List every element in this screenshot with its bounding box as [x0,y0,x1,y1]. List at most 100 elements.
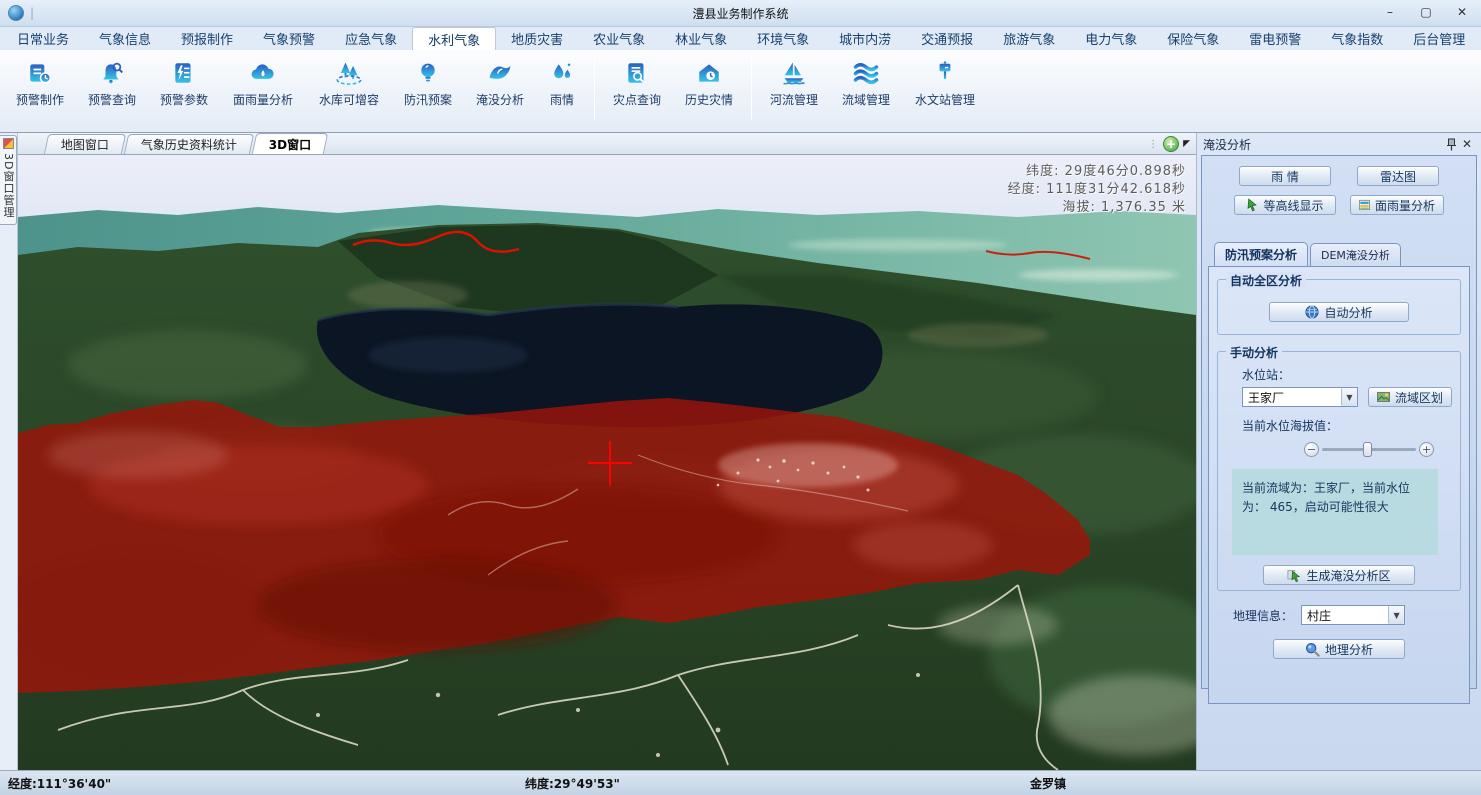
document-edit-icon [25,58,55,88]
tool-warning-create[interactable]: 预警制作 [4,56,76,108]
tool-rain-condition[interactable]: 雨情 [536,56,588,108]
green-cursor-icon [1246,198,1258,212]
basin-map-icon [1377,392,1390,402]
tool-disaster-point-query[interactable]: 灾点查询 [601,56,673,108]
manual-analysis-group: 手动分析 水位站： 王家厂 ▼ 流域区划 当 [1217,351,1461,591]
3d-map-view[interactable]: 纬度: 29度46分0.898秒 经度: 111度31分42.618秒 海拔: … [18,155,1196,770]
panel-title: 淹没分析 [1203,136,1443,153]
status-town: 金罗镇 [1030,775,1066,792]
status-latitude: 纬度:29°49'53" [525,775,620,792]
waves-icon [851,58,881,88]
house-history-icon [694,58,724,88]
menu-item-tourism[interactable]: 旅游气象 [988,27,1070,50]
auto-analysis-button[interactable]: 自动分析 [1269,302,1409,322]
map-crosshair-marker [588,441,632,485]
toolbar-separator [751,58,752,120]
panel-content-box: 雨 情 雷达图 等高线显示 面雨量分析 防汛预案分析 DEM淹没分析 [1201,155,1477,689]
add-tab-button[interactable]: + [1163,136,1179,152]
tool-warning-params[interactable]: 预警参数 [148,56,220,108]
tool-hydro-station-management[interactable]: 水文站管理 [902,56,988,108]
slider-minus-button[interactable]: − [1304,442,1319,457]
menu-bar: 日常业务 气象信息 预报制作 气象预警 应急气象 水利气象 地质灾害 农业气象 … [0,27,1481,50]
longitude-readout: 经度: 111度31分42.618秒 [1008,181,1186,199]
water-level-slider[interactable]: − + [1304,442,1434,457]
slider-thumb[interactable] [1363,442,1372,457]
menu-item-lightning[interactable]: 雷电预警 [1234,27,1316,50]
close-button[interactable]: ✕ [1451,5,1473,21]
cloud-rain-icon [248,58,278,88]
tool-area-rain-analysis[interactable]: 面雨量分析 [220,56,306,108]
window-manager-icon [3,138,14,149]
tool-basin-management[interactable]: 流域管理 [830,56,902,108]
toolbar-separator [594,58,595,120]
slider-plus-button[interactable]: + [1419,442,1434,457]
tab-dropdown-arrow-icon[interactable]: ◤ [1183,139,1190,149]
geo-info-combo[interactable]: 村庄 ▼ [1301,605,1405,625]
altitude-readout: 海拔: 1,376.35 米 [1008,199,1186,217]
current-basin-info: 当前流域为：王家厂，当前水位为： 465，启动可能性很大 [1232,469,1438,555]
coordinate-readout: 纬度: 29度46分0.898秒 经度: 111度31分42.618秒 海拔: … [1008,163,1186,217]
slider-track[interactable] [1322,448,1416,451]
contour-display-button[interactable]: 等高线显示 [1234,195,1336,215]
tool-river-management[interactable]: 河流管理 [758,56,830,108]
menu-item-daily[interactable]: 日常业务 [2,27,84,50]
toolbar-group-warning: 预警制作 预警查询 预警参数 面雨量分析 [4,56,588,108]
tab-weather-history-stats[interactable]: 气象历史资料统计 [124,134,254,154]
3d-window-manager-tab[interactable]: 3D窗口管理 [0,135,17,225]
menu-item-power[interactable]: 电力气象 [1070,27,1152,50]
basin-zoning-button[interactable]: 流域区划 [1368,387,1452,407]
tab-3d-window[interactable]: 3D窗口 [252,133,329,154]
station-combo[interactable]: 王家厂 ▼ [1242,387,1358,407]
menu-item-agriculture[interactable]: 农业气象 [578,27,660,50]
menu-item-insurance[interactable]: 保险气象 [1152,27,1234,50]
tab-dem-flood-analysis[interactable]: DEM淹没分析 [1310,243,1401,266]
flood-plan-tab-content: 自动全区分析 自动分析 手动分析 水位站： [1208,266,1470,704]
rain-condition-button[interactable]: 雨 情 [1239,166,1331,186]
globe-icon [1305,305,1319,319]
status-longitude: 经度:111°36'40" [8,775,111,792]
minimize-button[interactable]: – [1379,5,1401,21]
menu-item-emergency[interactable]: 应急气象 [330,27,412,50]
tool-flood-plan[interactable]: 防汛预案 [392,56,464,108]
raindrops-icon [547,58,577,88]
left-dock-strip: 3D窗口管理 [0,133,18,770]
menu-item-warning[interactable]: 气象预警 [248,27,330,50]
generate-flood-zone-button[interactable]: 生成淹没分析区 [1263,565,1415,585]
menu-item-weather-info[interactable]: 气象信息 [84,27,166,50]
maximize-button[interactable]: ▢ [1415,5,1437,21]
menu-item-forecast[interactable]: 预报制作 [166,27,248,50]
menu-item-environment[interactable]: 环境气象 [742,27,824,50]
tab-flood-plan-analysis[interactable]: 防汛预案分析 [1214,242,1308,266]
menu-item-hydrology[interactable]: 水利气象 [412,27,496,50]
geo-combo-value: 村庄 [1302,607,1388,624]
document-search-icon [622,58,652,88]
tab-map-window[interactable]: 地图窗口 [44,134,126,154]
menu-item-forestry[interactable]: 林业气象 [660,27,742,50]
area-rain-icon [1359,199,1370,211]
tool-flood-analysis[interactable]: 淹没分析 [464,56,536,108]
tool-history-disaster[interactable]: 历史灾情 [673,56,745,108]
radar-chart-button[interactable]: 雷达图 [1357,166,1439,186]
geo-analysis-button[interactable]: 地理分析 [1273,639,1405,659]
document-tab-bar: 地图窗口 气象历史资料统计 3D窗口 ⋮ + ◤ [18,133,1196,155]
document-params-icon [169,58,199,88]
analysis-tab-bar: 防汛预案分析 DEM淹没分析 [1214,242,1476,266]
auto-analysis-group: 自动全区分析 自动分析 [1217,279,1461,335]
area-rain-analysis-button[interactable]: 面雨量分析 [1350,195,1444,215]
pin-icon[interactable] [1443,136,1459,152]
chevron-down-icon[interactable]: ▼ [1388,606,1404,624]
bell-search-icon [97,58,127,88]
tool-warning-query[interactable]: 预警查询 [76,56,148,108]
magnifier-icon [1305,642,1320,657]
menu-item-geology[interactable]: 地质灾害 [496,27,578,50]
bulb-icon [413,58,443,88]
panel-close-icon[interactable]: ✕ [1459,136,1475,152]
station-combo-value: 王家厂 [1243,389,1341,406]
menu-item-admin[interactable]: 后台管理 [1398,27,1480,50]
menu-item-urban-flood[interactable]: 城市内涝 [824,27,906,50]
sailboat-icon [779,58,809,88]
menu-item-traffic[interactable]: 交通预报 [906,27,988,50]
menu-item-index[interactable]: 气象指数 [1316,27,1398,50]
chevron-down-icon[interactable]: ▼ [1341,388,1357,406]
tool-reservoir-capacity[interactable]: 水库可增容 [306,56,392,108]
